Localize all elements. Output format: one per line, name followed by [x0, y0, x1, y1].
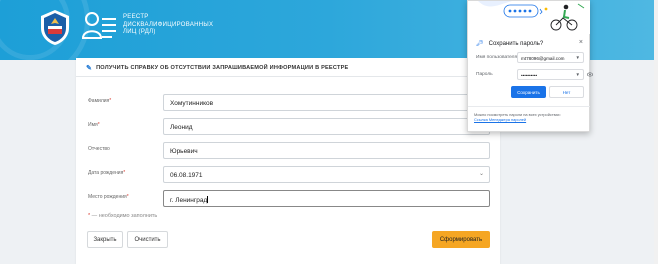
username-value: mt78096@gmail.com [521, 55, 565, 61]
divider [468, 106, 590, 107]
clear-button[interactable]: Очистить [127, 231, 168, 248]
close-button[interactable]: Закрыть [87, 231, 123, 248]
first-name-label: Имя* [88, 122, 100, 128]
eye-icon[interactable] [587, 72, 593, 77]
password-value: •••••••••• [521, 72, 538, 78]
required-note: * — необходимо заполнить [88, 213, 158, 219]
patronymic-label: Отчество [88, 146, 110, 152]
generate-button[interactable]: Сформировать [432, 231, 490, 248]
pencil-icon: ✎ [86, 65, 93, 72]
dropdown-arrow-icon[interactable]: ▼ [576, 72, 580, 77]
certificate-request-form: ✎ ПОЛУЧИТЬ СПРАВКУ ОБ ОТСУТСТВИИ ЗАПРАШИ… [76, 58, 500, 264]
popup-title: 🔑︎ Сохранить пароль? [476, 40, 544, 48]
birth-place-input[interactable]: г. Ленинград [163, 190, 490, 207]
brand-line-1: РЕЕСТР [123, 14, 149, 20]
scrollbar[interactable] [654, 0, 658, 264]
fns-emblem-icon [41, 10, 69, 45]
password-label: Пароль [476, 72, 493, 77]
dropdown-arrow-icon[interactable]: ▼ [576, 55, 580, 60]
close-icon[interactable]: × [579, 39, 583, 46]
birth-place-value: г. Ленинград [170, 197, 208, 204]
brand-line-2: ДИСКВАЛИФИЦИРОВАННЫХ [123, 21, 214, 28]
footer-text: Можно посмотреть пароли на всех устройст… [474, 112, 561, 117]
popup-footer: Можно посмотреть пароли на всех устройст… [474, 112, 586, 123]
form-title: ✎ ПОЛУЧИТЬ СПРАВКУ ОБ ОТСУТСТВИИ ЗАПРАШИ… [86, 64, 348, 72]
password-manager-link[interactable]: Ссылка Менеджера паролей [474, 117, 586, 122]
never-save-button[interactable]: Нет [549, 86, 584, 98]
first-name-input[interactable]: Леонид [163, 118, 490, 135]
site-brand: РЕЕСТР ДИСКВАЛИФИЦИРОВАННЫХ ЛИЦ (РДЛ) [123, 14, 213, 37]
birth-place-label: Место рождения* [88, 194, 129, 200]
birth-date-value: 06.08.1971 [170, 172, 203, 179]
patronymic-input[interactable]: Юрьевич [163, 142, 490, 159]
password-field[interactable]: •••••••••• ▼ [517, 69, 584, 80]
username-label: Имя пользователя [476, 55, 518, 60]
registry-person-icon [82, 12, 116, 39]
birth-date-label: Дата рождения* [88, 170, 126, 176]
username-field[interactable]: mt78096@gmail.com ▼ [517, 52, 584, 63]
brand-line-3: ЛИЦ (РДЛ) [123, 29, 156, 35]
form-title-text: ПОЛУЧИТЬ СПРАВКУ ОБ ОТСУТСТВИИ ЗАПРАШИВА… [96, 65, 349, 71]
save-password-button[interactable]: Сохранить [511, 86, 546, 98]
surname-label: Фамилия* [88, 98, 112, 104]
password-illustration-icon [468, 1, 590, 34]
chevron-down-icon[interactable]: ⌄ [479, 171, 484, 178]
divider [76, 76, 500, 77]
surname-input[interactable]: Хомутинников [163, 94, 490, 111]
save-password-popup: 🔑︎ Сохранить пароль? × Имя пользователя … [467, 0, 593, 132]
text-cursor [207, 196, 209, 203]
key-icon: 🔑︎ [476, 41, 484, 47]
birth-date-input[interactable]: 06.08.1971 ⌄ [163, 166, 490, 183]
